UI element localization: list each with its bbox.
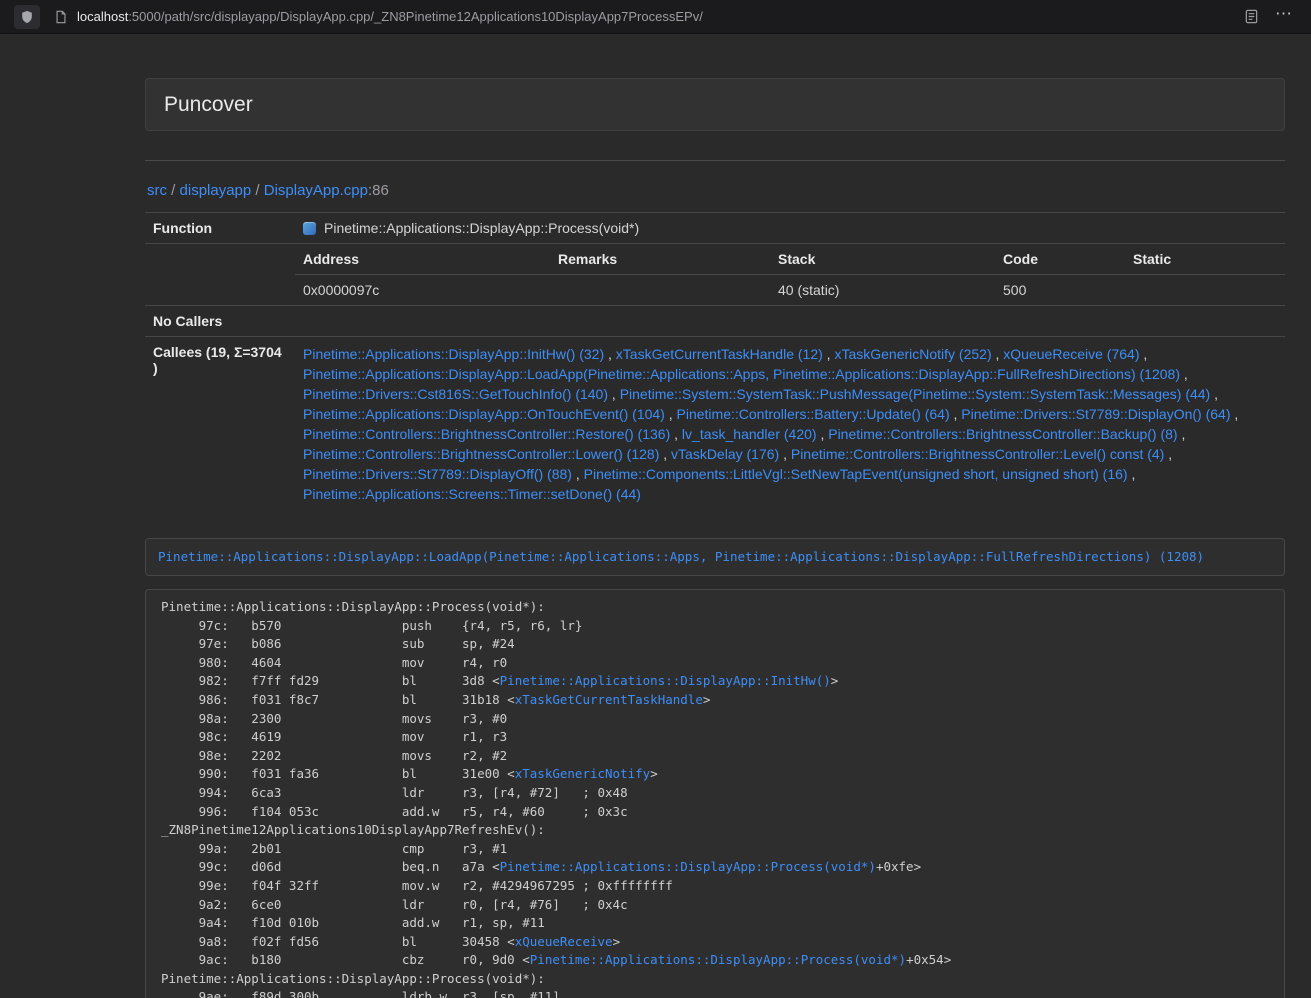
address-value: 0x0000097c bbox=[295, 275, 550, 306]
symbol-info-table: Function Pinetime::Applications::Display… bbox=[145, 212, 1285, 511]
code-value: 500 bbox=[995, 275, 1125, 306]
assembly-symbol-link[interactable]: Pinetime::Applications::DisplayApp::Proc… bbox=[530, 952, 906, 967]
function-cell: Pinetime::Applications::DisplayApp::Proc… bbox=[295, 213, 1285, 244]
callee-link[interactable]: xQueueReceive (764) bbox=[1003, 346, 1139, 362]
browser-toolbar: localhost:5000/path/src/displayapp/Displ… bbox=[0, 0, 1311, 34]
no-callers-label: No Callers bbox=[145, 306, 295, 337]
callee-link[interactable]: Pinetime::Drivers::Cst816S::GetTouchInfo… bbox=[303, 386, 608, 402]
callee-link[interactable]: lv_task_handler (420) bbox=[682, 426, 817, 442]
symbol-preview-box: Pinetime::Applications::DisplayApp::Load… bbox=[145, 538, 1285, 576]
shield-glyph bbox=[20, 10, 34, 24]
callee-link[interactable]: Pinetime::Drivers::St7789::DisplayOn() (… bbox=[961, 406, 1230, 422]
col-address: Address bbox=[295, 244, 550, 275]
callee-link[interactable]: Pinetime::Applications::DisplayApp::OnTo… bbox=[303, 406, 665, 422]
function-row: Function Pinetime::Applications::Display… bbox=[145, 213, 1285, 244]
callee-link[interactable]: Pinetime::Controllers::Battery::Update()… bbox=[677, 406, 950, 422]
static-value bbox=[1125, 275, 1285, 306]
assembly-symbol-link[interactable]: Pinetime::Applications::DisplayApp::Proc… bbox=[500, 859, 876, 874]
callee-link[interactable]: vTaskDelay (176) bbox=[671, 446, 779, 462]
page-icon bbox=[54, 10, 68, 24]
url-host: localhost bbox=[77, 9, 128, 24]
breadcrumb-src[interactable]: src bbox=[147, 182, 167, 199]
method-icon bbox=[303, 222, 316, 235]
page-title: Puncover bbox=[164, 92, 1266, 117]
assembly-code: Pinetime::Applications::DisplayApp::Proc… bbox=[161, 598, 1269, 998]
callee-link[interactable]: Pinetime::System::SystemTask::PushMessag… bbox=[620, 386, 1211, 402]
breadcrumb-separator: / bbox=[171, 182, 175, 199]
stats-table: Address Remarks Stack Code Static 0x0000… bbox=[295, 244, 1285, 305]
callee-link[interactable]: Pinetime::Controllers::BrightnessControl… bbox=[791, 446, 1164, 462]
no-callers-row: No Callers bbox=[145, 306, 1285, 337]
empty-label-cell bbox=[145, 244, 295, 306]
main-content: Puncover src / displayapp / DisplayApp.c… bbox=[145, 78, 1285, 998]
breadcrumb: src / displayapp / DisplayApp.cpp:86 bbox=[147, 182, 1285, 199]
url-text: localhost:5000/path/src/displayapp/Displ… bbox=[77, 9, 703, 24]
callee-link[interactable]: Pinetime::Controllers::BrightnessControl… bbox=[303, 426, 670, 442]
breadcrumb-displayapp[interactable]: displayapp bbox=[180, 182, 252, 199]
stats-header-row: Address Remarks Stack Code Static bbox=[295, 244, 1285, 275]
function-label: Function bbox=[145, 213, 295, 244]
callees-label: Callees (19, Σ=3704 ) bbox=[145, 337, 295, 512]
remarks-value bbox=[550, 275, 770, 306]
callee-link[interactable]: Pinetime::Applications::DisplayApp::Load… bbox=[303, 366, 1180, 382]
url-path: :5000/path/src/displayapp/DisplayApp.cpp… bbox=[128, 9, 703, 24]
stats-cell: Address Remarks Stack Code Static 0x0000… bbox=[295, 244, 1285, 306]
callee-link[interactable]: Pinetime::Applications::DisplayApp::Init… bbox=[303, 346, 604, 362]
col-remarks: Remarks bbox=[550, 244, 770, 275]
assembly-symbol-link[interactable]: xTaskGetCurrentTaskHandle bbox=[515, 692, 703, 707]
function-name: Pinetime::Applications::DisplayApp::Proc… bbox=[324, 220, 639, 236]
col-static: Static bbox=[1125, 244, 1285, 275]
assembly-symbol-link[interactable]: xTaskGenericNotify bbox=[515, 766, 650, 781]
col-stack: Stack bbox=[770, 244, 995, 275]
disassembly-block: Pinetime::Applications::DisplayApp::Proc… bbox=[145, 589, 1285, 998]
breadcrumb-file[interactable]: DisplayApp.cpp bbox=[264, 182, 368, 199]
callees-list: Pinetime::Applications::DisplayApp::Init… bbox=[295, 337, 1285, 512]
callee-link[interactable]: Pinetime::Controllers::BrightnessControl… bbox=[828, 426, 1177, 442]
ellipsis-menu-icon[interactable]: ⋯ bbox=[1265, 5, 1299, 28]
stack-value: 40 (static) bbox=[770, 275, 995, 306]
callee-link[interactable]: xTaskGenericNotify (252) bbox=[834, 346, 991, 362]
col-code: Code bbox=[995, 244, 1125, 275]
assembly-symbol-link[interactable]: xQueueReceive bbox=[515, 934, 613, 949]
address-stats-row: Address Remarks Stack Code Static 0x0000… bbox=[145, 244, 1285, 306]
callee-link[interactable]: Pinetime::Drivers::St7789::DisplayOff() … bbox=[303, 466, 572, 482]
breadcrumb-line-number: :86 bbox=[368, 182, 389, 199]
breadcrumb-separator: / bbox=[255, 182, 259, 199]
reader-view-icon[interactable] bbox=[1237, 4, 1265, 30]
callee-link[interactable]: Pinetime::Components::LittleVgl::SetNewT… bbox=[584, 466, 1128, 482]
assembly-symbol-link[interactable]: Pinetime::Applications::DisplayApp::Init… bbox=[500, 673, 831, 688]
callee-link[interactable]: xTaskGetCurrentTaskHandle (12) bbox=[616, 346, 823, 362]
callee-link[interactable]: Pinetime::Applications::Screens::Timer::… bbox=[303, 486, 641, 502]
divider bbox=[145, 160, 1285, 161]
symbol-preview-link[interactable]: Pinetime::Applications::DisplayApp::Load… bbox=[158, 549, 1204, 564]
shield-icon[interactable] bbox=[14, 5, 40, 29]
callees-row: Callees (19, Σ=3704 ) Pinetime::Applicat… bbox=[145, 337, 1285, 512]
callee-link[interactable]: Pinetime::Controllers::BrightnessControl… bbox=[303, 446, 659, 462]
app-header-panel: Puncover bbox=[145, 78, 1285, 131]
url-bar[interactable]: localhost:5000/path/src/displayapp/Displ… bbox=[54, 9, 1237, 24]
no-callers-cell bbox=[295, 306, 1285, 337]
stats-value-row: 0x0000097c 40 (static) 500 bbox=[295, 275, 1285, 306]
